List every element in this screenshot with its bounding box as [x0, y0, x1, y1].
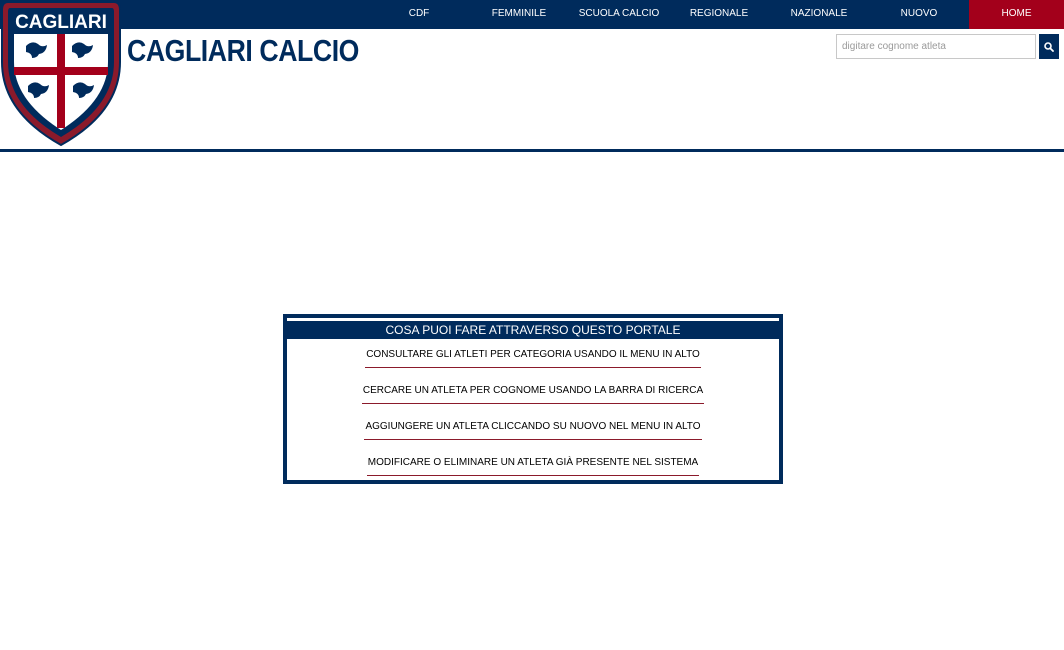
- panel-list-item: CONSULTARE GLI ATLETI PER CATEGORIA USAN…: [287, 349, 779, 368]
- club-crest-logo[interactable]: CAGLIARI: [0, 0, 122, 147]
- panel-item-text: AGGIUNGERE UN ATLETA CLICCANDO SU NUOVO …: [364, 421, 702, 440]
- panel-title: COSA PUOI FARE ATTRAVERSO QUESTO PORTALE: [287, 321, 779, 339]
- nav-item-home[interactable]: HOME: [969, 0, 1064, 29]
- panel-item-text: CERCARE UN ATLETA PER COGNOME USANDO LA …: [361, 385, 705, 404]
- crest-text: CAGLIARI: [15, 12, 107, 33]
- panel-list-item: AGGIUNGERE UN ATLETA CLICCANDO SU NUOVO …: [287, 421, 779, 440]
- nav-item-femminile[interactable]: FEMMINILE: [469, 0, 569, 29]
- nav-item-scuola-calcio[interactable]: SCUOLA CALCIO: [569, 0, 669, 29]
- top-nav-bar: CDF FEMMINILE SCUOLA CALCIO REGIONALE NA…: [0, 0, 1064, 29]
- nav-item-regionale[interactable]: REGIONALE: [669, 0, 769, 29]
- info-panel: COSA PUOI FARE ATTRAVERSO QUESTO PORTALE…: [283, 314, 783, 484]
- nav-item-cdf[interactable]: CDF: [369, 0, 469, 29]
- search-icon: [1044, 41, 1054, 52]
- main-menu: CDF FEMMINILE SCUOLA CALCIO REGIONALE NA…: [369, 0, 1064, 29]
- nav-item-nuovo[interactable]: NUOVO: [869, 0, 969, 29]
- club-name: CAGLIARI CALCIO: [127, 33, 359, 68]
- search-input[interactable]: [836, 34, 1036, 59]
- panel-list-item: MODIFICARE O ELIMINARE UN ATLETA GIÀ PRE…: [287, 457, 779, 476]
- header-divider: [0, 149, 1064, 152]
- panel-list-item: CERCARE UN ATLETA PER COGNOME USANDO LA …: [287, 385, 779, 404]
- nav-item-nazionale[interactable]: NAZIONALE: [769, 0, 869, 29]
- panel-item-text: MODIFICARE O ELIMINARE UN ATLETA GIÀ PRE…: [366, 457, 700, 476]
- search-button[interactable]: [1039, 34, 1059, 59]
- panel-item-text: CONSULTARE GLI ATLETI PER CATEGORIA USAN…: [365, 349, 701, 368]
